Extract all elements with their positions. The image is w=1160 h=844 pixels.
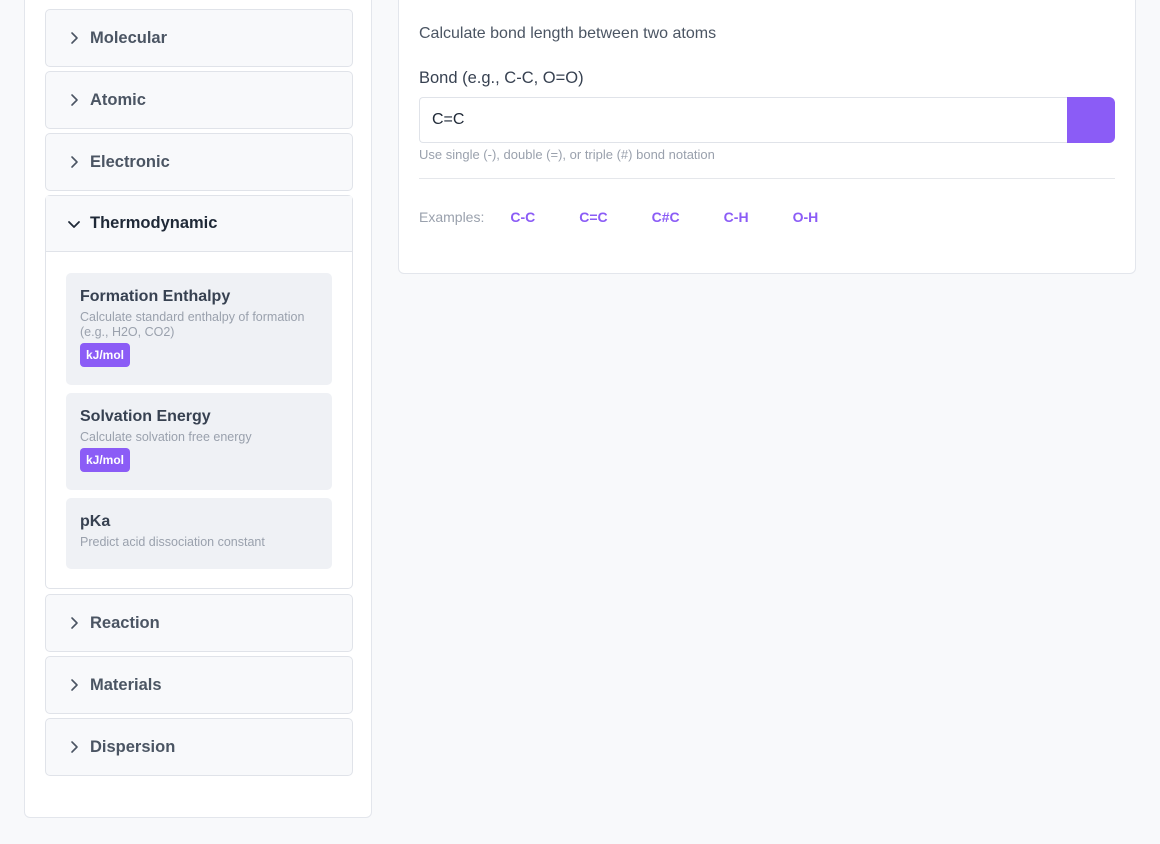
chevron-right-icon <box>66 30 82 46</box>
examples-row: Examples: C-C C=C C#C C-H O-H <box>419 209 862 225</box>
category-atomic[interactable]: Atomic <box>45 71 353 129</box>
category-header[interactable]: Dispersion <box>46 719 352 775</box>
calculator-formation-enthalpy[interactable]: Formation Enthalpy Calculate standard en… <box>66 273 332 385</box>
category-label: Electronic <box>90 152 170 171</box>
category-label: Thermodynamic <box>90 214 218 232</box>
item-description: Predict acid dissociation constant <box>80 535 265 549</box>
calculator-sidebar: Molecular Atomic Electronic Thermodynami… <box>24 0 372 818</box>
divider <box>419 178 1115 179</box>
category-label: Materials <box>90 675 162 694</box>
category-molecular[interactable]: Molecular <box>45 9 353 67</box>
calculator-description: Calculate bond length between two atoms <box>419 25 717 42</box>
item-title: Formation Enthalpy <box>80 288 231 305</box>
unit-badge: kJ/mol <box>80 343 131 367</box>
bond-input[interactable] <box>419 97 1067 143</box>
examples-label: Examples: <box>419 209 485 225</box>
category-thermodynamic: Thermodynamic Formation Enthalpy Calcula… <box>45 195 353 589</box>
calculator-solvation-energy[interactable]: Solvation Energy Calculate solvation fre… <box>66 393 332 490</box>
category-header[interactable]: Reaction <box>46 595 352 651</box>
example-link-c-triple-c[interactable]: C#C <box>652 209 680 225</box>
bond-input-label: Bond (e.g., C-C, O=O) <box>419 69 584 87</box>
chevron-right-icon <box>66 92 82 108</box>
example-link-o-h[interactable]: O-H <box>793 209 819 225</box>
category-header[interactable]: Electronic <box>46 134 352 190</box>
chevron-right-icon <box>66 154 82 170</box>
category-electronic[interactable]: Electronic <box>45 133 353 191</box>
category-label: Molecular <box>90 28 168 47</box>
calculator-pka[interactable]: pKa Predict acid dissociation constant <box>66 498 332 569</box>
item-title: pKa <box>80 513 111 530</box>
unit-badge: kJ/mol <box>80 448 131 472</box>
bond-notation-hint: Use single (-), double (=), or triple (#… <box>419 147 715 162</box>
chevron-right-icon <box>66 615 82 631</box>
category-dispersion[interactable]: Dispersion <box>45 718 353 776</box>
example-link-c-double-c[interactable]: C=C <box>579 209 607 225</box>
chevron-right-icon <box>66 739 82 755</box>
bond-input-group <box>419 97 1115 143</box>
chevron-down-icon <box>66 216 82 232</box>
example-link-c-c[interactable]: C-C <box>510 209 535 225</box>
calculate-button[interactable] <box>1067 97 1115 143</box>
item-description: Calculate standard enthalpy of formation… <box>80 310 305 339</box>
category-header[interactable]: Molecular <box>46 10 352 66</box>
category-label: Dispersion <box>90 737 176 756</box>
category-header[interactable]: Materials <box>46 657 352 713</box>
chevron-right-icon <box>66 677 82 693</box>
category-label: Reaction <box>90 613 160 632</box>
category-header[interactable]: Atomic <box>46 72 352 128</box>
category-header[interactable]: Thermodynamic <box>46 196 352 252</box>
category-label: Atomic <box>90 90 146 109</box>
calculator-panel: Calculate bond length between two atoms … <box>398 0 1136 274</box>
item-description: Calculate solvation free energy <box>80 430 252 444</box>
example-link-c-h[interactable]: C-H <box>724 209 749 225</box>
category-reaction[interactable]: Reaction <box>45 594 353 652</box>
category-materials[interactable]: Materials <box>45 656 353 714</box>
item-title: Solvation Energy <box>80 408 211 425</box>
